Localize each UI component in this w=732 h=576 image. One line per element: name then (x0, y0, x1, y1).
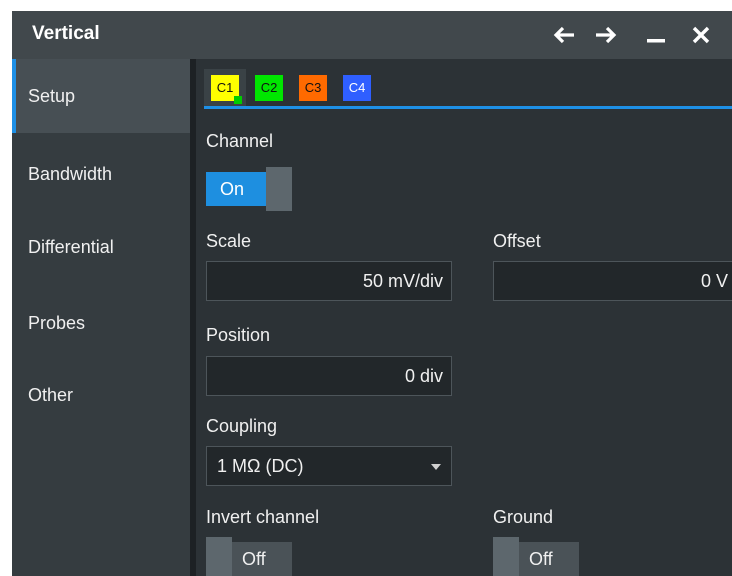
minimize-icon (647, 39, 665, 43)
setup-panel: C1 C2 C3 C4 Channel On Scale 50 mV/div O… (196, 59, 732, 576)
sidebar-item-differential[interactable]: Differential (12, 210, 190, 284)
ground-label: Ground (493, 507, 554, 527)
invert-channel-toggle[interactable]: Off (206, 537, 292, 576)
offset-input[interactable]: 0 V (493, 261, 732, 301)
position-label: Position (206, 325, 271, 345)
scale-value: 50 mV/div (362, 270, 443, 291)
channel-chip-c2: C2 (255, 74, 283, 101)
close-icon (692, 26, 710, 44)
tab-label: C2 (260, 80, 278, 95)
toggle-state: Off (232, 542, 292, 576)
sidebar-item-other[interactable]: Other (12, 358, 190, 432)
channel-chip-c4: C4 (343, 74, 371, 101)
toggle-knob (266, 167, 292, 211)
channel-tabs: C1 C2 C3 C4 (196, 59, 732, 109)
scale-input[interactable]: 50 mV/div (206, 261, 452, 301)
minimize-button[interactable] (641, 21, 671, 49)
tab-label: C3 (304, 80, 322, 95)
tab-c1[interactable]: C1 (204, 69, 246, 106)
tab-c4[interactable]: C4 (336, 69, 378, 106)
offset-label: Offset (493, 231, 541, 251)
ground-toggle[interactable]: Off (493, 537, 579, 576)
coupling-select[interactable]: 1 MΩ (DC) (206, 446, 452, 486)
tab-label: C1 (216, 80, 234, 95)
offset-value: 0 V (700, 270, 728, 291)
invert-channel-label: Invert channel (206, 507, 320, 527)
title-bar: Vertical (12, 11, 732, 59)
arrow-right-icon (596, 26, 617, 44)
tabs-underline (204, 106, 732, 109)
arrow-left-icon (553, 26, 574, 44)
close-button[interactable] (686, 21, 716, 49)
sidebar-item-probes[interactable]: Probes (12, 286, 190, 360)
sidebar-item-label: Probes (28, 312, 86, 333)
channel-toggle[interactable]: On (206, 167, 292, 211)
tab-c3[interactable]: C3 (292, 69, 334, 106)
active-indicator (234, 95, 242, 104)
vertical-dialog: Vertical Setup Bandwidth Differential Pr… (12, 11, 732, 576)
toggle-state: On (206, 172, 266, 206)
tab-label: C4 (348, 80, 366, 95)
sidebar-item-label: Setup (28, 85, 76, 106)
chevron-down-icon (431, 464, 441, 470)
toggle-state: Off (519, 542, 579, 576)
toggle-knob (493, 537, 519, 576)
channel-chip-c3: C3 (299, 74, 327, 101)
sidebar-item-label: Bandwidth (28, 163, 113, 184)
sidebar-item-label: Differential (28, 236, 114, 257)
channel-chip-c1: C1 (211, 74, 242, 104)
sidebar-item-setup[interactable]: Setup (12, 59, 190, 133)
coupling-label: Coupling (206, 416, 278, 436)
coupling-value: 1 MΩ (DC) (217, 455, 304, 476)
toggle-knob (206, 537, 232, 576)
position-input[interactable]: 0 div (206, 356, 452, 396)
sidebar-item-label: Other (28, 384, 74, 405)
sidebar-item-bandwidth[interactable]: Bandwidth (12, 137, 190, 211)
forward-button[interactable] (591, 21, 621, 49)
position-value: 0 div (404, 365, 443, 386)
tab-c2[interactable]: C2 (248, 69, 290, 106)
scale-label: Scale (206, 231, 252, 251)
dialog-title: Vertical (32, 23, 100, 44)
sidebar: Setup Bandwidth Differential Probes Othe… (12, 59, 190, 576)
channel-label: Channel (206, 131, 274, 151)
back-button[interactable] (549, 21, 579, 49)
